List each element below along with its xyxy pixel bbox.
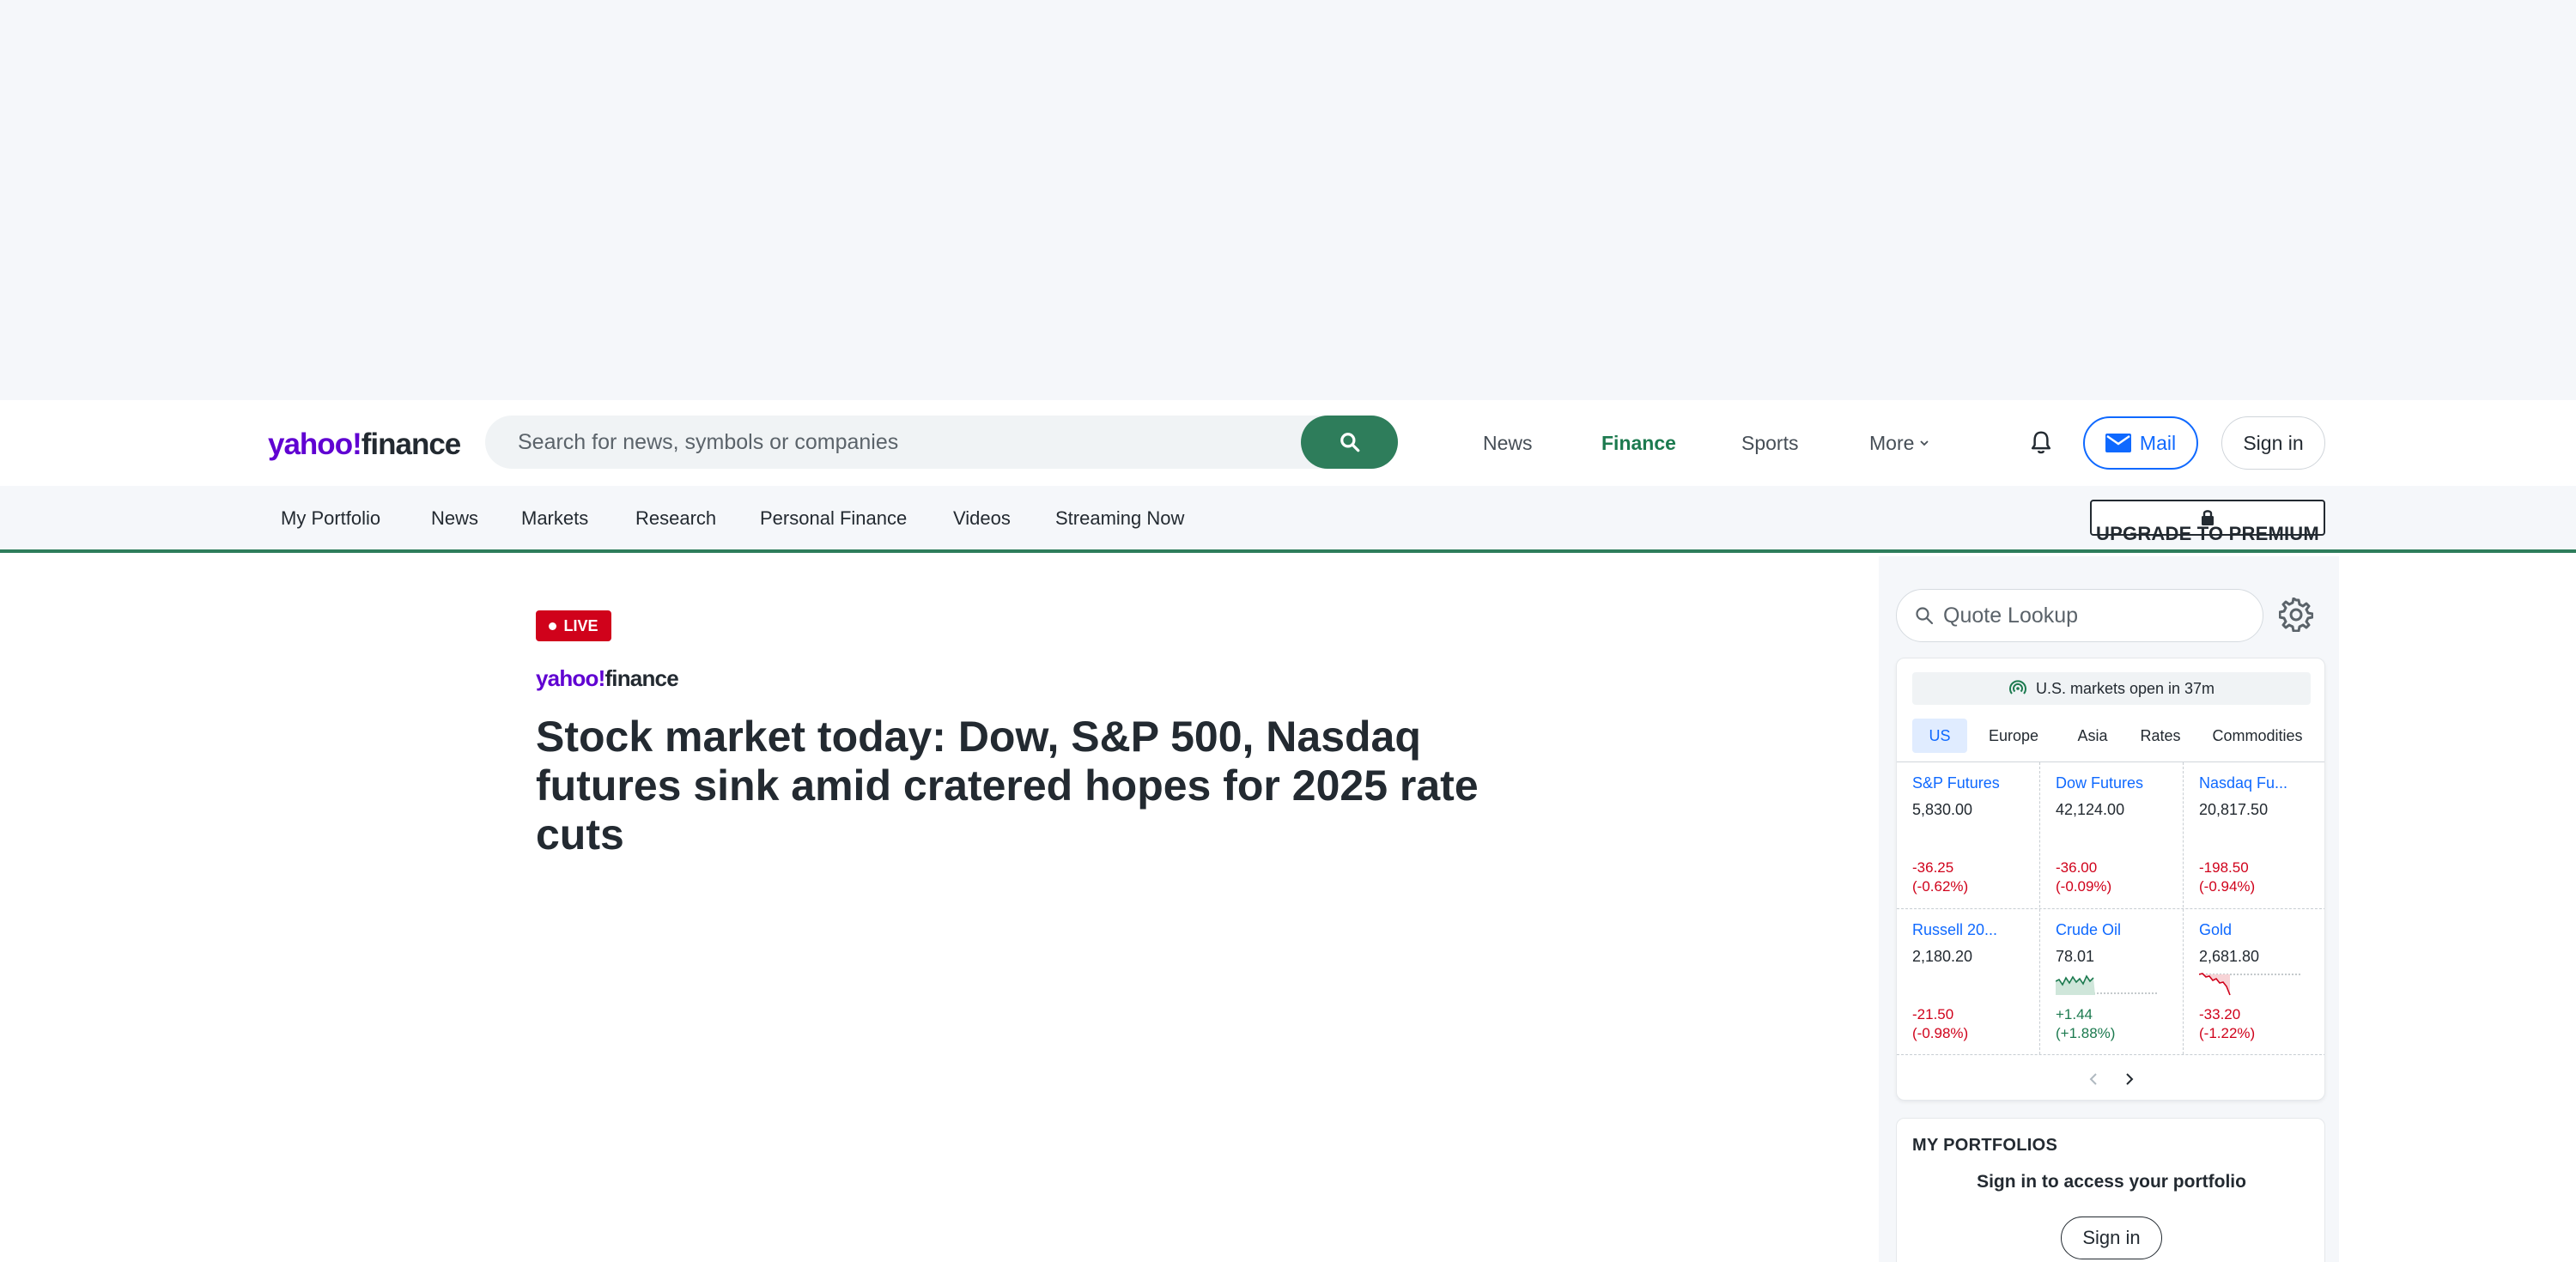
region-tabs: US Europe Asia Rates Commodities xyxy=(1912,719,2316,753)
market-signal-icon xyxy=(2009,680,2026,695)
quote-price: 5,830.00 xyxy=(1912,801,1973,818)
quotes-pager xyxy=(1897,1062,2324,1096)
quote-price: 2,681.80 xyxy=(2199,948,2260,965)
quote-change: -198.50 (-0.94%) xyxy=(2199,859,2256,895)
quote-cell-nasdaq-futures[interactable]: Nasdaq Fu... 20,817.50 -198.50 (-0.94%) xyxy=(2184,762,2324,908)
subnav-personal-finance[interactable]: Personal Finance xyxy=(760,507,907,530)
quote-lookup-input[interactable]: Quote Lookup xyxy=(1896,589,2263,642)
nav-news[interactable]: News xyxy=(1483,432,1533,455)
search-button[interactable] xyxy=(1301,416,1398,469)
quote-cell-dow-futures[interactable]: Dow Futures 42,124.00 -36.00 (-0.09%) xyxy=(2040,762,2183,908)
mail-label: Mail xyxy=(2139,431,2177,454)
chevron-down-icon xyxy=(1920,440,1929,446)
quote-name[interactable]: Nasdaq Fu... xyxy=(2199,774,2324,792)
subnav-videos[interactable]: Videos xyxy=(953,507,1011,530)
subnav-research[interactable]: Research xyxy=(635,507,716,530)
subnav-markets[interactable]: Markets xyxy=(521,507,588,530)
search-icon xyxy=(1340,433,1359,452)
quote-name[interactable]: Gold xyxy=(2199,921,2324,939)
portfolio-title: MY PORTFOLIOS xyxy=(1912,1136,2058,1155)
market-status-text: U.S. markets open in 37m xyxy=(2035,679,2215,697)
top-header: yahoo!finance News Finance Sports More M… xyxy=(0,400,2576,486)
quote-price: 20,817.50 xyxy=(2199,801,2269,818)
subnav-news[interactable]: News xyxy=(431,507,478,530)
quote-change: -36.25 (-0.62%) xyxy=(1912,859,1969,895)
quote-change: -36.00 (-0.09%) xyxy=(2056,859,2112,895)
sub-nav: My Portfolio News Markets Research Perso… xyxy=(0,486,2576,553)
ad-area xyxy=(0,0,2576,400)
nav-finance[interactable]: Finance xyxy=(1601,432,1676,455)
tab-asia[interactable]: Asia xyxy=(2067,719,2118,753)
quote-price: 78.01 xyxy=(2056,948,2095,965)
quote-cell-gold[interactable]: Gold 2,681.80 -33.20 (-1.22%) xyxy=(2184,909,2324,1055)
nav-more[interactable]: More xyxy=(1869,432,1929,455)
quote-change: +1.44 (+1.88%) xyxy=(2056,1006,2116,1041)
quotes-grid: S&P Futures 5,830.00 -36.25 (-0.62%) Dow… xyxy=(1897,761,2324,1055)
quote-cell-sp-futures[interactable]: S&P Futures 5,830.00 -36.25 (-0.62%) xyxy=(1897,762,2039,908)
quote-name[interactable]: Dow Futures xyxy=(2056,774,2183,792)
upgrade-premium-button[interactable]: UPGRADE TO PREMIUM xyxy=(2090,500,2325,544)
chevron-right-icon[interactable] xyxy=(2123,1072,2136,1086)
quote-change: -21.50 (-0.98%) xyxy=(1912,1006,1969,1041)
sparkline-crude-oil xyxy=(2056,974,2159,995)
subnav-my-portfolio[interactable]: My Portfolio xyxy=(281,507,380,530)
right-sidebar: Quote Lookup U.S. markets open in 37m US… xyxy=(1879,556,2339,1262)
portfolio-sign-in-button[interactable]: Sign in xyxy=(2061,1216,2162,1259)
article-headline: Stock market today: Dow, S&P 500, Nasdaq… xyxy=(536,713,1479,859)
search-bar xyxy=(485,416,1398,469)
quote-cell-crude-oil[interactable]: Crude Oil 78.01 +1.44 (+1.88%) xyxy=(2040,909,2183,1055)
tab-europe[interactable]: Europe xyxy=(1971,719,2057,753)
subnav-streaming-now[interactable]: Streaming Now xyxy=(1055,507,1184,530)
gear-icon[interactable] xyxy=(2279,598,2313,632)
chevron-left-icon[interactable] xyxy=(2087,1072,2099,1086)
portfolio-subtitle: Sign in to access your portfolio xyxy=(1977,1172,2246,1192)
live-badge: LIVE xyxy=(536,610,611,641)
quote-change: -33.20 (-1.22%) xyxy=(2199,1006,2256,1041)
search-icon xyxy=(1916,607,1934,625)
mail-button[interactable]: Mail xyxy=(2083,416,2198,470)
yahoo-finance-logo[interactable]: yahoo!finance xyxy=(268,428,461,462)
article-source-logo[interactable]: yahoo!finance xyxy=(536,665,679,692)
quote-name[interactable]: Russell 20... xyxy=(1912,921,2039,939)
live-dot-icon xyxy=(549,622,557,630)
quote-price: 2,180.20 xyxy=(1912,948,1973,965)
sparkline-gold xyxy=(2199,973,2302,996)
bell-icon[interactable] xyxy=(2028,429,2054,457)
quote-cell-russell[interactable]: Russell 20... 2,180.20 -21.50 (-0.98%) xyxy=(1897,909,2039,1055)
live-label: LIVE xyxy=(563,616,598,634)
tab-commodities[interactable]: Commodities xyxy=(2199,719,2316,753)
nav-sports[interactable]: Sports xyxy=(1741,432,1798,455)
market-summary-card: U.S. markets open in 37m US Europe Asia … xyxy=(1896,658,2325,1101)
sign-in-button[interactable]: Sign in xyxy=(2221,416,2325,470)
tab-us[interactable]: US xyxy=(1912,719,1967,753)
search-input[interactable] xyxy=(485,416,1301,469)
quote-name[interactable]: S&P Futures xyxy=(1912,774,2039,792)
nav-more-label: More xyxy=(1869,431,1915,454)
quote-name[interactable]: Crude Oil xyxy=(2056,921,2183,939)
quote-price: 42,124.00 xyxy=(2056,801,2125,818)
upgrade-label: UPGRADE TO PREMIUM xyxy=(2096,523,2319,544)
my-portfolios-card: MY PORTFOLIOS Sign in to access your por… xyxy=(1896,1118,2325,1262)
market-status-bar: U.S. markets open in 37m xyxy=(1912,672,2311,705)
mail-icon xyxy=(2105,434,2131,452)
tab-rates[interactable]: Rates xyxy=(2130,719,2190,753)
quote-lookup-placeholder: Quote Lookup xyxy=(1943,603,2079,628)
